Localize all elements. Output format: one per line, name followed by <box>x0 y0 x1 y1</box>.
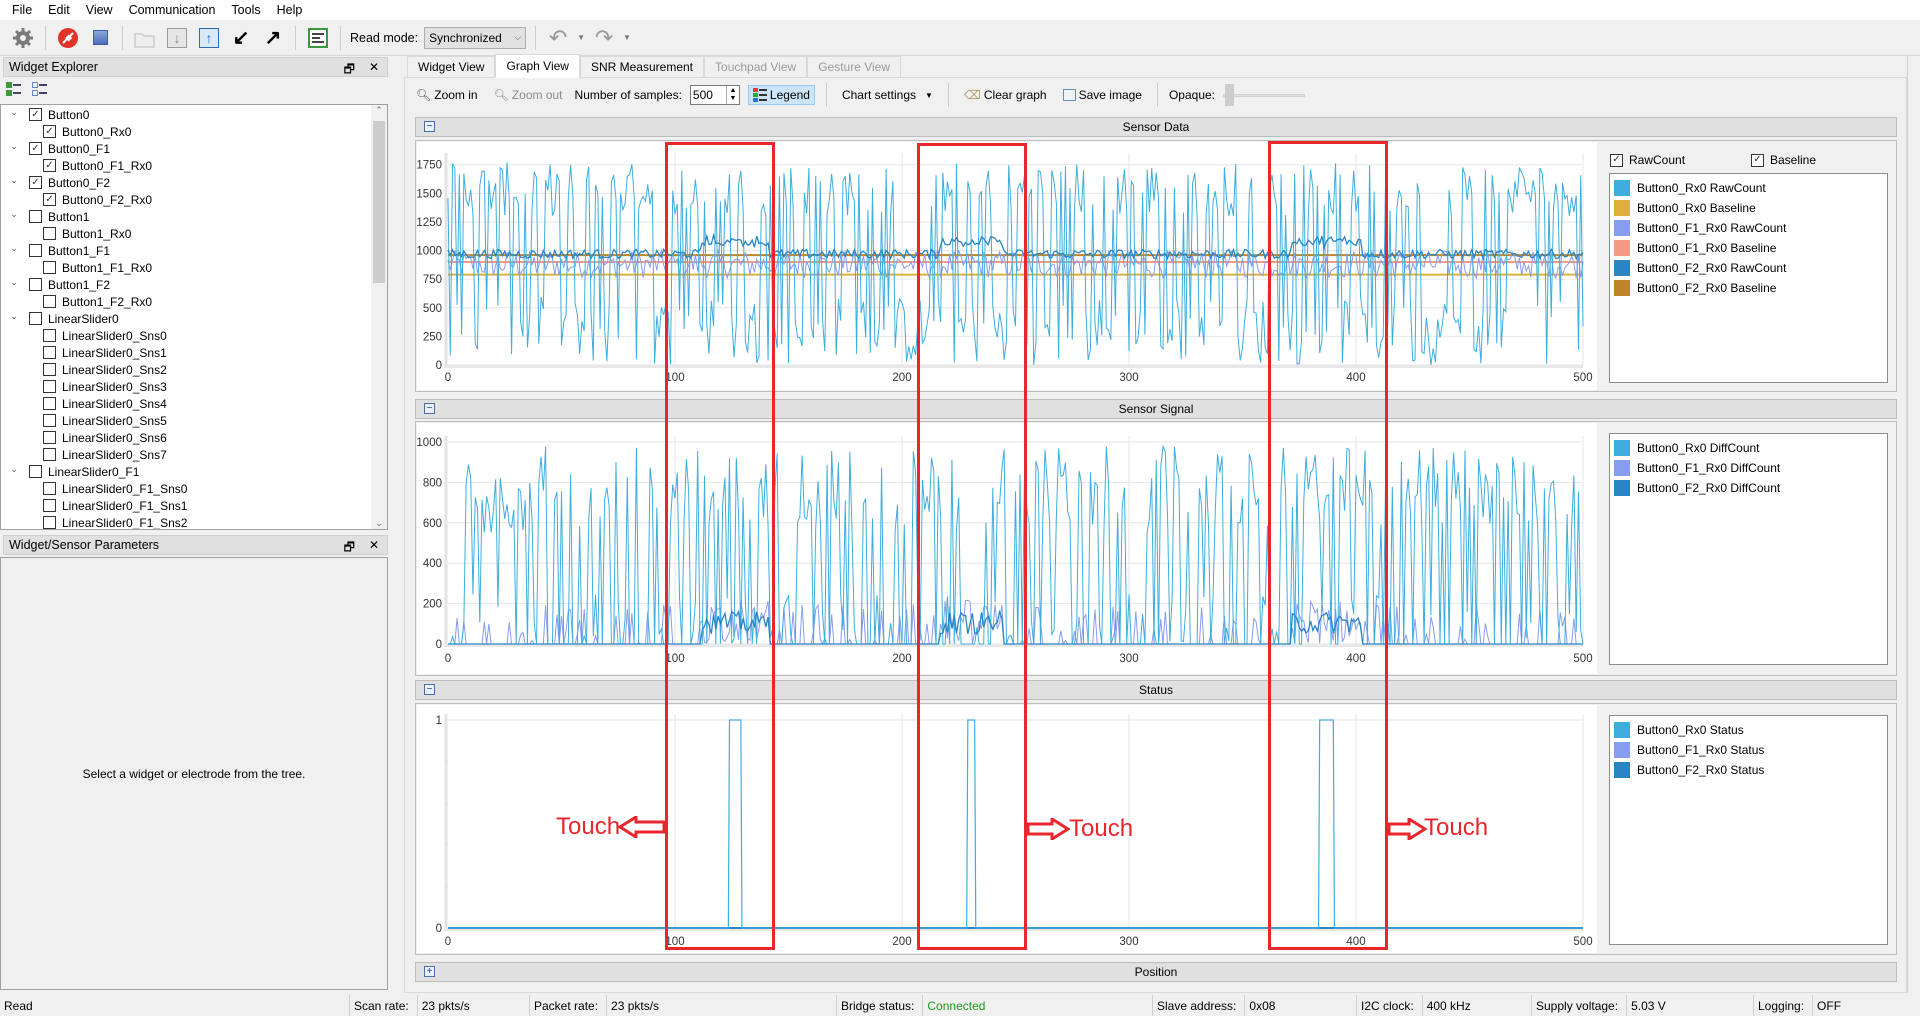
status-bar: Read Scan rate: 23 pkts/s Packet rate: 23 … <box>0 995 1920 1016</box>
y-tick-label: 800 <box>423 477 442 489</box>
x-tick-label: 500 <box>1573 936 1592 948</box>
scan-rate-label: Scan rate: <box>354 998 409 1013</box>
supply-voltage-label: Supply voltage: <box>1536 998 1619 1013</box>
slave-address-value: 0x08 <box>1244 995 1275 1016</box>
read-state-text: Read <box>4 998 33 1013</box>
x-tick-label: 300 <box>1119 936 1138 948</box>
y-tick-label: 0 <box>436 639 442 651</box>
y-tick-label: 1500 <box>416 188 442 200</box>
y-tick-label: 200 <box>423 599 442 611</box>
x-tick-label: 200 <box>892 372 911 384</box>
i2c-clock-value: 400 kHz <box>1421 995 1471 1016</box>
arrow-right-icon <box>1387 818 1427 840</box>
touch-label: Touch <box>1424 814 1489 841</box>
x-tick-label: 200 <box>892 936 911 948</box>
y-tick-label: 250 <box>423 331 442 343</box>
packet-rate-value: 23 pkts/s <box>606 995 659 1016</box>
y-tick-label: 0 <box>436 360 442 372</box>
y-tick-label: 1750 <box>416 160 442 172</box>
touch-label: Touch <box>1069 815 1134 842</box>
x-tick-label: 500 <box>1573 372 1592 384</box>
y-tick-label: 1250 <box>416 217 442 229</box>
x-tick-label: 300 <box>1119 372 1138 384</box>
touch-annotation: Touch <box>1069 815 1133 843</box>
scan-rate: Scan rate: 23 pkts/s <box>349 995 470 1016</box>
scan-rate-value: 23 pkts/s <box>416 995 470 1016</box>
x-tick-label: 0 <box>445 653 451 665</box>
y-tick-label: 600 <box>423 518 442 530</box>
touch-highlight-box <box>1268 141 1388 950</box>
y-tick-label: 500 <box>423 303 442 315</box>
touch-annotation: Touch <box>556 813 620 841</box>
y-tick-label: 0 <box>436 923 442 935</box>
arrow-right-icon <box>1026 818 1070 840</box>
i2c-clock-label: I2C clock: <box>1361 998 1414 1013</box>
bridge-status-value: Connected <box>922 995 985 1016</box>
arrow-left-icon <box>618 816 666 838</box>
logging-value: OFF <box>1812 995 1841 1016</box>
bridge-status-label: Bridge status: <box>841 998 915 1013</box>
x-tick-label: 200 <box>892 653 911 665</box>
supply-voltage: Supply voltage: 5.03 V <box>1531 995 1666 1016</box>
supply-voltage-value: 5.03 V <box>1626 995 1666 1016</box>
x-tick-label: 0 <box>445 372 451 384</box>
touch-label: Touch <box>556 813 621 840</box>
packet-rate-label: Packet rate: <box>534 998 599 1013</box>
y-tick-label: 1000 <box>416 246 442 258</box>
y-tick-label: 750 <box>423 274 442 286</box>
touch-highlight-box <box>665 142 775 950</box>
x-tick-label: 0 <box>445 936 451 948</box>
logging: Logging: OFF <box>1753 995 1841 1016</box>
x-tick-label: 300 <box>1119 653 1138 665</box>
slave-address-label: Slave address: <box>1157 998 1237 1013</box>
bridge-status: Bridge status: Connected <box>836 995 985 1016</box>
packet-rate: Packet rate: 23 pkts/s <box>529 995 659 1016</box>
slave-address: Slave address: 0x08 <box>1152 995 1275 1016</box>
touch-annotation: Touch <box>1424 814 1488 842</box>
logging-label: Logging: <box>1758 998 1805 1013</box>
read-state: Read <box>0 995 33 1016</box>
i2c-clock: I2C clock: 400 kHz <box>1356 995 1471 1016</box>
y-tick-label: 1 <box>436 715 442 727</box>
y-tick-label: 400 <box>423 558 442 570</box>
x-tick-label: 500 <box>1573 653 1592 665</box>
touch-highlight-box <box>917 143 1027 950</box>
y-tick-label: 1000 <box>416 437 442 449</box>
